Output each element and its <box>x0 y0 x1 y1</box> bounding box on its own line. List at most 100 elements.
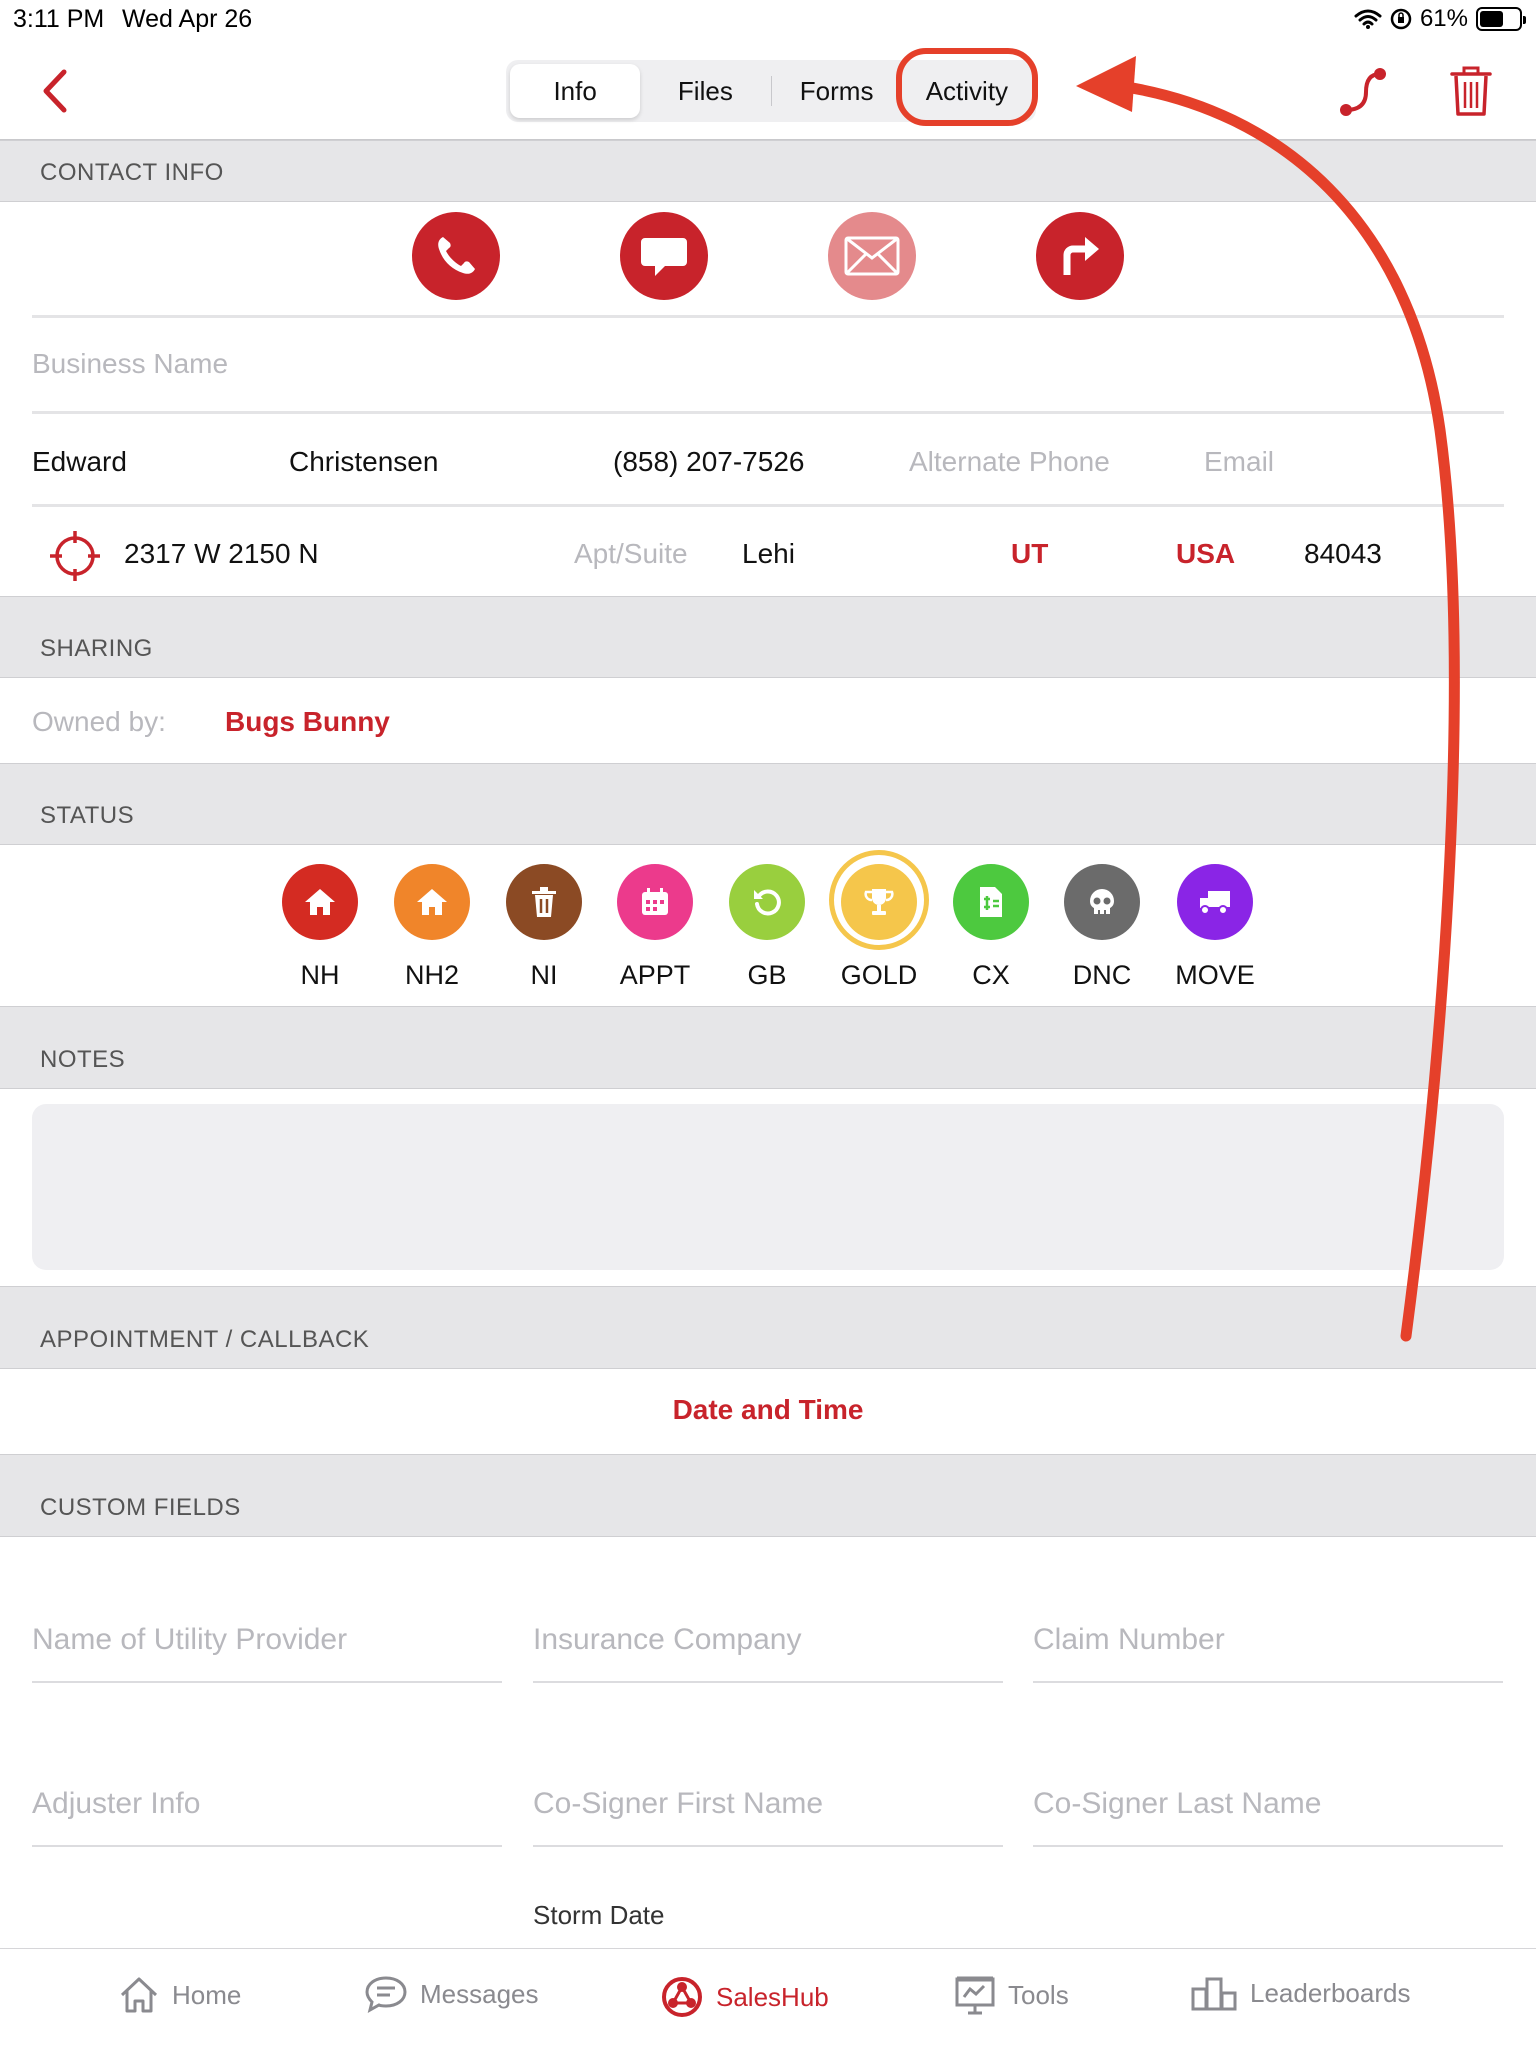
status-circle <box>506 864 582 940</box>
status-dnc[interactable]: DNC <box>1047 864 1157 1004</box>
co-signer-first-name-input[interactable]: Co-Signer First Name <box>533 1787 1003 1847</box>
storm-date-label[interactable]: Storm Date <box>533 1900 665 1931</box>
status-time: 3:11 PM <box>13 5 105 33</box>
tabbar-label: Messages <box>420 1978 539 2009</box>
status-label: NI <box>530 960 558 990</box>
status-gb[interactable]: GB <box>712 864 822 1004</box>
document-icon <box>980 887 1002 917</box>
status-circle <box>617 864 693 940</box>
status-label: DNC <box>1072 960 1132 990</box>
tools-icon <box>955 1976 995 2015</box>
country-field[interactable]: USA <box>1176 538 1235 570</box>
zip-field[interactable]: 84043 <box>1304 538 1382 570</box>
truck-icon <box>1200 891 1230 915</box>
status-gold[interactable]: GOLD <box>824 850 934 1004</box>
status-bar: 3:11 PM Wed Apr 26 61% <box>0 0 1536 40</box>
apt-suite-field[interactable]: Apt/Suite <box>574 538 688 570</box>
row-divider <box>32 315 1504 318</box>
turn-right-arrow-icon <box>1063 237 1099 275</box>
tabbar-label: Tools <box>1008 1979 1069 2010</box>
messages-icon <box>365 1976 407 2013</box>
tabbar-saleshub[interactable]: SalesHub <box>660 1975 829 2019</box>
claim-number-input[interactable]: Claim Number <box>1033 1623 1503 1683</box>
tabbar-label: Home <box>172 1979 242 2010</box>
tabbar-leaderboards[interactable]: Leaderboards <box>1190 1975 1410 2011</box>
tab-info[interactable]: Info <box>510 64 641 118</box>
skull-icon <box>1090 889 1114 914</box>
status-circle <box>394 864 470 940</box>
message-button[interactable] <box>620 212 708 300</box>
owned-by-label: Owned by: <box>32 706 166 737</box>
status-circle <box>1064 864 1140 940</box>
alternate-phone-field[interactable]: Alternate Phone <box>909 446 1110 478</box>
orientation-lock-icon <box>1390 8 1412 30</box>
date-time-button[interactable]: Date and Time <box>0 1394 1536 1426</box>
status-circle <box>953 864 1029 940</box>
saleshub-icon <box>662 1977 702 2017</box>
refresh-icon <box>754 889 781 916</box>
back-chevron-icon[interactable] <box>36 66 76 116</box>
tab-forms[interactable]: Forms <box>772 64 902 118</box>
row-divider <box>32 411 1504 414</box>
last-name-field[interactable]: Christensen <box>289 446 438 478</box>
home-icon <box>120 1977 158 2013</box>
status-move[interactable]: MOVE <box>1160 864 1270 1004</box>
selected-status-ring <box>829 850 929 950</box>
nav-bar: Info Files Forms Activity <box>0 40 1536 140</box>
email-field[interactable]: Email <box>1204 446 1274 478</box>
state-field[interactable]: UT <box>1011 538 1048 570</box>
tab-activity[interactable]: Activity <box>902 64 1032 118</box>
email-button[interactable] <box>828 212 916 300</box>
status-nh[interactable]: NH <box>265 864 375 1004</box>
call-button[interactable] <box>412 212 500 300</box>
tabbar-home[interactable]: Home <box>118 1975 241 2015</box>
status-label: NH2 <box>404 960 459 990</box>
status-cx[interactable]: CX <box>936 864 1046 1004</box>
status-date: Wed Apr 26 <box>122 5 253 33</box>
home-icon <box>305 889 335 915</box>
chat-bubble-icon <box>641 238 687 276</box>
tabbar-messages[interactable]: Messages <box>364 1975 539 2013</box>
city-field[interactable]: Lehi <box>742 538 795 570</box>
status-circle <box>729 864 805 940</box>
row-divider <box>32 504 1504 507</box>
status-circle <box>282 864 358 940</box>
tabbar-label: Leaderboards <box>1250 1977 1411 2008</box>
home-icon <box>417 889 447 915</box>
status-appt[interactable]: APPT <box>600 864 710 1004</box>
status-label: NH <box>300 960 340 990</box>
status-label: GOLD <box>840 960 918 990</box>
tab-files[interactable]: Files <box>640 64 770 118</box>
envelope-icon <box>844 236 900 276</box>
utility-provider-input[interactable]: Name of Utility Provider <box>32 1623 502 1683</box>
adjuster-info-input[interactable]: Adjuster Info <box>32 1787 502 1847</box>
insurance-company-input[interactable]: Insurance Company <box>533 1623 1003 1683</box>
status-nh2[interactable]: NH2 <box>377 864 487 1004</box>
owner-name[interactable]: Bugs Bunny <box>225 706 390 738</box>
route-icon[interactable] <box>1336 64 1390 120</box>
status-label: GB <box>747 960 787 990</box>
trash-icon[interactable] <box>1448 62 1494 118</box>
tab-bar: Home Messages SalesHub Tools Leaderboard… <box>0 1948 1536 2048</box>
locate-crosshair-icon[interactable] <box>48 529 102 583</box>
section-header-appointment: APPOINTMENT / CALLBACK <box>0 1286 1536 1369</box>
tabbar-label: SalesHub <box>716 1981 829 2012</box>
wifi-icon <box>1354 9 1382 29</box>
business-name-input[interactable]: Business Name <box>32 348 228 380</box>
notes-textarea[interactable] <box>32 1104 1504 1270</box>
directions-button[interactable] <box>1036 212 1124 300</box>
status-label: CX <box>972 960 1010 990</box>
phone-icon <box>438 237 475 274</box>
tabbar-tools[interactable]: Tools <box>954 1975 1069 2015</box>
phone-field[interactable]: (858) 207-7526 <box>613 446 804 478</box>
status-ni[interactable]: NI <box>489 864 599 1004</box>
section-header-sharing: SHARING <box>0 596 1536 678</box>
co-signer-last-name-input[interactable]: Co-Signer Last Name <box>1033 1787 1503 1847</box>
status-circle <box>1177 864 1253 940</box>
section-header-contact: CONTACT INFO <box>0 140 1536 202</box>
street-field[interactable]: 2317 W 2150 N <box>124 538 319 570</box>
status-label: MOVE <box>1175 960 1255 990</box>
first-name-field[interactable]: Edward <box>32 446 127 478</box>
status-right: 61% <box>1354 5 1526 33</box>
leaderboards-icon <box>1191 1977 1237 2011</box>
